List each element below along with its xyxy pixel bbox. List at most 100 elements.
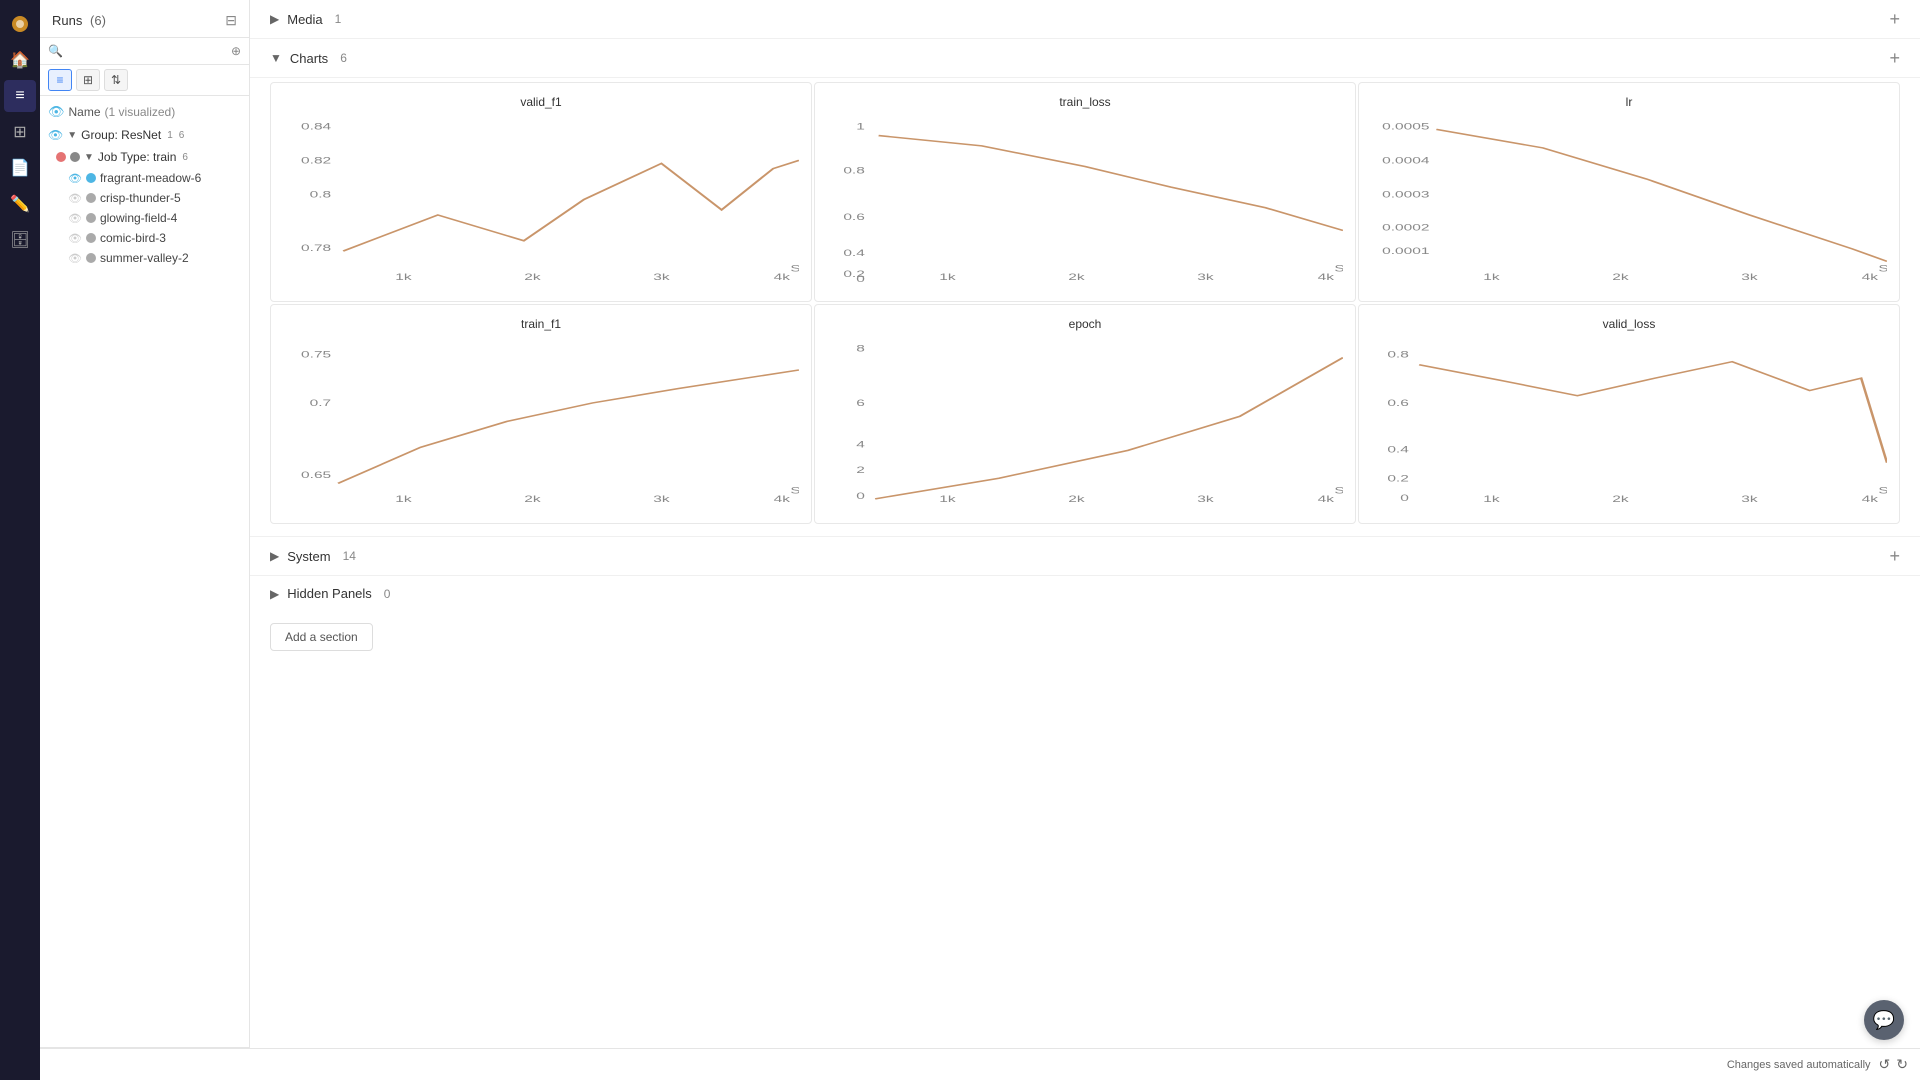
- search-bar: 🔍 ⊕: [40, 38, 249, 65]
- svg-text:2k: 2k: [524, 493, 541, 504]
- sidebar-title: Runs (6): [52, 13, 106, 28]
- svg-text:4k: 4k: [1862, 493, 1879, 504]
- chart-valid-loss: valid_loss 0.8 0.6 0.4 0.2 0 1k 2k 3k 4k…: [1358, 304, 1900, 524]
- run-eye-icon: 👁: [68, 252, 82, 265]
- layout-icon[interactable]: ⊟: [225, 12, 237, 29]
- svg-text:1k: 1k: [939, 271, 956, 282]
- chat-fab[interactable]: 💬: [1864, 1000, 1904, 1040]
- chart-epoch: epoch 8 6 4 2 0 1k 2k 3k 4k Step: [814, 304, 1356, 524]
- chart-area-lr: 0.0005 0.0004 0.0003 0.0002 0.0001 1k 2k…: [1371, 117, 1887, 282]
- svg-text:0: 0: [1400, 492, 1409, 503]
- svg-text:0.0002: 0.0002: [1382, 222, 1429, 233]
- run-item-fragrant[interactable]: 👁 fragrant-meadow-6: [40, 168, 249, 188]
- sidebar: Runs (6) ⊟ 🔍 ⊕ ≡ ⊞ ⇅ 👁 Name (1 visualize…: [40, 0, 250, 1080]
- svg-text:0: 0: [856, 490, 865, 501]
- svg-text:4k: 4k: [774, 271, 791, 282]
- svg-text:1: 1: [856, 121, 865, 132]
- svg-text:Step: Step: [1334, 485, 1343, 496]
- sidebar-header-icons: ⊟: [225, 12, 237, 29]
- undo-icon[interactable]: ↺: [1879, 1056, 1891, 1073]
- filter-row: ≡ ⊞ ⇅: [40, 65, 249, 96]
- svg-text:Step: Step: [1334, 263, 1343, 274]
- media-section-header[interactable]: ▶ Media 1 +: [250, 0, 1920, 39]
- reports-icon[interactable]: 📄: [4, 152, 36, 184]
- filter-btn-sort[interactable]: ⇅: [104, 69, 128, 91]
- svg-text:0.2: 0.2: [1387, 473, 1409, 484]
- search-options-icon[interactable]: ⊕: [231, 44, 241, 58]
- group-expand-icon: ▼: [67, 130, 77, 141]
- run-color-dot: [86, 253, 96, 263]
- svg-text:0.4: 0.4: [843, 247, 865, 258]
- svg-text:3k: 3k: [653, 271, 670, 282]
- run-item-summer[interactable]: 👁 summer-valley-2: [40, 248, 249, 268]
- svg-text:8: 8: [856, 343, 865, 354]
- search-icon: 🔍: [48, 44, 63, 58]
- home-icon[interactable]: 🏠: [4, 44, 36, 76]
- svg-text:3k: 3k: [1741, 493, 1758, 504]
- charts-add-icon[interactable]: +: [1889, 49, 1900, 67]
- svg-text:0.8: 0.8: [1387, 349, 1409, 360]
- job-type-label: Job Type: train: [98, 150, 177, 164]
- filter-btn-table[interactable]: ⊞: [76, 69, 100, 91]
- svg-text:0.6: 0.6: [843, 211, 865, 222]
- chart-title-train-f1: train_f1: [283, 317, 799, 331]
- grid-icon[interactable]: ⊞: [4, 116, 36, 148]
- job-dot-gray: [70, 152, 80, 162]
- run-color-dot: [86, 213, 96, 223]
- svg-text:0.78: 0.78: [301, 242, 331, 253]
- runs-icon[interactable]: ≡: [4, 80, 36, 112]
- chart-area-train-loss: 1 0.8 0.6 0.4 0.2 0 1k 2k 3k 4k Step: [827, 117, 1343, 282]
- svg-text:0.8: 0.8: [310, 189, 332, 200]
- name-label: Name: [69, 105, 101, 119]
- svg-text:2k: 2k: [1068, 493, 1085, 504]
- svg-text:3k: 3k: [653, 493, 670, 504]
- filter-btn-list[interactable]: ≡: [48, 69, 72, 91]
- svg-text:4k: 4k: [1318, 493, 1335, 504]
- media-count: 1: [335, 12, 342, 26]
- media-chevron-icon: ▶: [270, 12, 279, 26]
- system-add-icon[interactable]: +: [1889, 547, 1900, 565]
- job-type-row[interactable]: ▼ Job Type: train 6: [40, 146, 249, 168]
- job-count: 6: [182, 152, 188, 163]
- svg-text:2k: 2k: [1068, 271, 1085, 282]
- svg-text:0.75: 0.75: [301, 349, 331, 360]
- svg-text:0: 0: [856, 273, 865, 282]
- system-section: ▶ System 14 +: [250, 536, 1920, 575]
- svg-text:Step: Step: [1878, 263, 1887, 274]
- svg-text:2k: 2k: [1612, 271, 1629, 282]
- svg-text:0.6: 0.6: [1387, 397, 1409, 408]
- charts-section-header[interactable]: ▼ Charts 6 +: [250, 39, 1920, 78]
- svg-text:3k: 3k: [1197, 493, 1214, 504]
- run-name: fragrant-meadow-6: [100, 171, 201, 185]
- runs-count: (6): [90, 13, 106, 28]
- refresh-icon[interactable]: ↻: [1896, 1056, 1908, 1073]
- run-item-crisp[interactable]: 👁 crisp-thunder-5: [40, 188, 249, 208]
- run-eye-icon: 👁: [68, 212, 82, 225]
- status-bar: Changes saved automatically ↺ ↻: [40, 1048, 1920, 1080]
- system-label: System: [287, 549, 330, 564]
- svg-text:1k: 1k: [395, 271, 412, 282]
- chart-area-epoch: 8 6 4 2 0 1k 2k 3k 4k Step: [827, 339, 1343, 504]
- run-item-glowing[interactable]: 👁 glowing-field-4: [40, 208, 249, 228]
- media-add-icon[interactable]: +: [1889, 10, 1900, 28]
- search-input[interactable]: [67, 44, 227, 58]
- charts-count: 6: [340, 51, 347, 65]
- run-name: summer-valley-2: [100, 251, 189, 265]
- brush-icon[interactable]: ✏️: [4, 188, 36, 220]
- chart-lr: lr 0.0005 0.0004 0.0003 0.0002 0.0001 1k…: [1358, 82, 1900, 302]
- data-icon[interactable]: 🗄: [4, 224, 36, 256]
- name-row: 👁 Name (1 visualized): [40, 100, 249, 124]
- hidden-panels-count: 0: [384, 587, 391, 601]
- charts-chevron-icon: ▼: [270, 51, 282, 65]
- svg-text:3k: 3k: [1741, 271, 1758, 282]
- svg-text:Step: Step: [790, 485, 799, 496]
- changes-saved-label: Changes saved automatically: [1727, 1059, 1871, 1071]
- hidden-panels-section: ▶ Hidden Panels 0: [250, 575, 1920, 611]
- add-section-button[interactable]: Add a section: [270, 623, 373, 651]
- svg-text:0.0001: 0.0001: [1382, 245, 1429, 256]
- run-item-comic[interactable]: 👁 comic-bird-3: [40, 228, 249, 248]
- group-row[interactable]: 👁 ▼ Group: ResNet 1 6: [40, 124, 249, 146]
- eye-icon-group: 👁: [48, 128, 63, 142]
- svg-text:Step: Step: [790, 263, 799, 274]
- logo-icon[interactable]: [4, 8, 36, 40]
